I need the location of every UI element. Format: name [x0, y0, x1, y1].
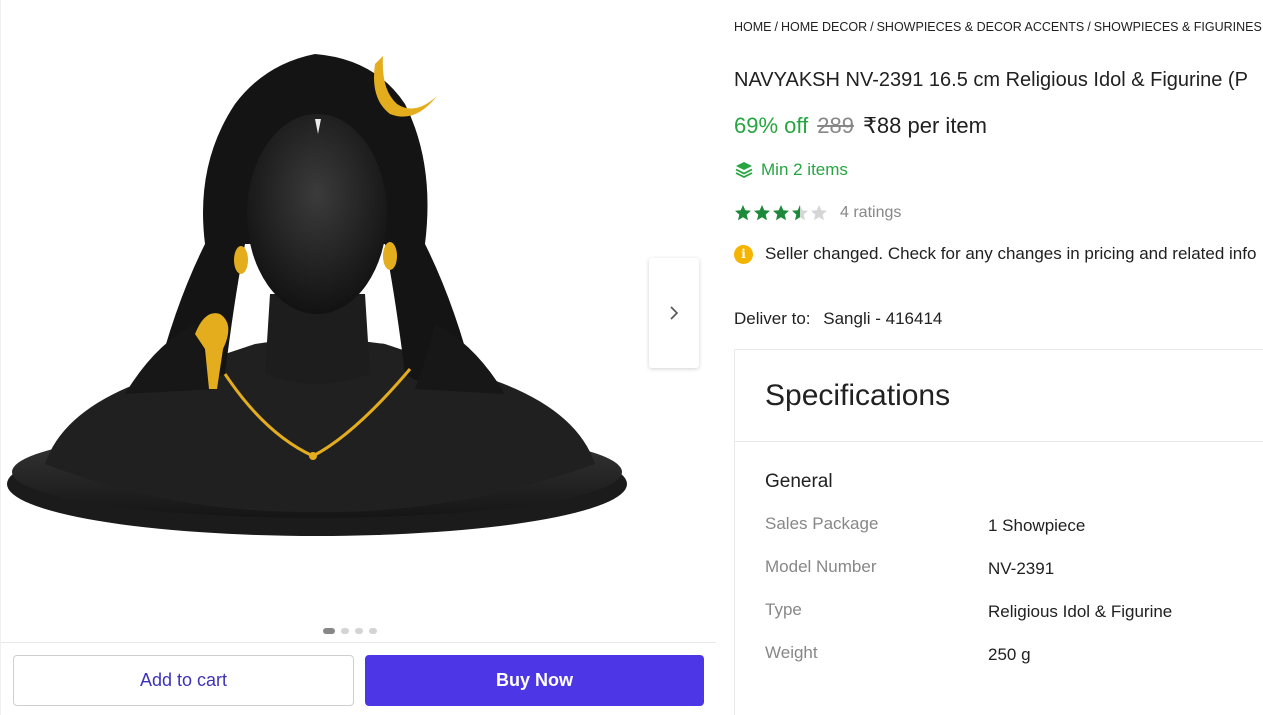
- spec-key: Weight: [765, 643, 818, 662]
- chevron-right-icon: [670, 306, 679, 320]
- spec-key: Model Number: [765, 557, 877, 576]
- pagination-dot[interactable]: [341, 628, 349, 634]
- selling-price: ₹88 per item: [862, 113, 987, 138]
- pagination-dot[interactable]: [323, 628, 335, 634]
- seller-notice: i Seller changed. Check for any changes …: [734, 244, 1256, 264]
- action-bar: Add to cart Buy Now: [1, 642, 716, 715]
- specifications-header: Specifications: [735, 350, 1263, 442]
- min-quantity-label: Min 2 items: [761, 160, 848, 179]
- add-to-cart-button[interactable]: Add to cart: [13, 655, 354, 706]
- breadcrumb-showpieces-figurines[interactable]: SHOWPIECES & FIGURINES: [1094, 20, 1262, 34]
- delivery-pincode[interactable]: Sangli - 416414: [823, 309, 942, 328]
- image-pagination: [323, 628, 377, 634]
- discount-percent: 69% off: [734, 113, 809, 138]
- spec-value: 1 Showpiece: [988, 516, 1086, 535]
- spec-value: Religious Idol & Figurine: [988, 602, 1173, 621]
- star-icon: [735, 205, 751, 221]
- breadcrumb-home-decor[interactable]: HOME DECOR: [781, 20, 867, 34]
- product-gallery: Add to cart Buy Now: [0, 0, 716, 715]
- ratings-count[interactable]: 4 ratings: [840, 204, 901, 222]
- spec-key: Type: [765, 600, 802, 619]
- product-image[interactable]: [5, 44, 630, 544]
- next-image-button[interactable]: [649, 258, 699, 368]
- spec-value: NV-2391: [988, 559, 1055, 578]
- breadcrumb-separator: /: [870, 20, 874, 34]
- spec-section-title: General: [765, 471, 833, 492]
- star-icon: [754, 205, 770, 221]
- price-row: 69% off 289 ₹88 per item: [734, 113, 987, 139]
- breadcrumb-home[interactable]: HOME: [734, 20, 772, 34]
- spec-value: 250 g: [988, 645, 1031, 664]
- rating-row[interactable]: 4 ratings: [734, 204, 901, 222]
- specifications-card: Specifications General Sales Package 1 S…: [734, 349, 1263, 715]
- pagination-dot[interactable]: [355, 628, 363, 634]
- breadcrumb-showpieces-decor[interactable]: SHOWPIECES & DECOR ACCENTS: [877, 20, 1085, 34]
- star-icon: [792, 205, 808, 221]
- pagination-dot[interactable]: [369, 628, 377, 634]
- delivery-location[interactable]: Deliver to: Sangli - 416414: [734, 309, 942, 329]
- breadcrumb: HOME / HOME DECOR / SHOWPIECES & DECOR ACCEN…: [734, 20, 1263, 34]
- star-icon: [773, 205, 789, 221]
- layers-icon: [735, 162, 753, 179]
- min-quantity: Min 2 items: [734, 160, 848, 180]
- product-details: HOME / HOME DECOR / SHOWPIECES & DECOR ACCEN…: [734, 0, 1263, 715]
- seller-notice-text: Seller changed. Check for any changes in…: [765, 244, 1257, 263]
- buy-now-button[interactable]: Buy Now: [365, 655, 704, 706]
- breadcrumb-separator: /: [1087, 20, 1091, 34]
- product-title: NAVYAKSH NV-2391 16.5 cm Religious Idol …: [734, 69, 1248, 91]
- info-icon: i: [734, 244, 753, 264]
- original-price: 289: [817, 113, 854, 138]
- star-rating: [734, 204, 828, 222]
- star-icon: [811, 205, 827, 221]
- breadcrumb-separator: /: [774, 20, 778, 34]
- deliver-to-label: Deliver to:: [734, 309, 811, 328]
- specifications-title: Specifications: [765, 378, 951, 412]
- spec-key: Sales Package: [765, 514, 879, 533]
